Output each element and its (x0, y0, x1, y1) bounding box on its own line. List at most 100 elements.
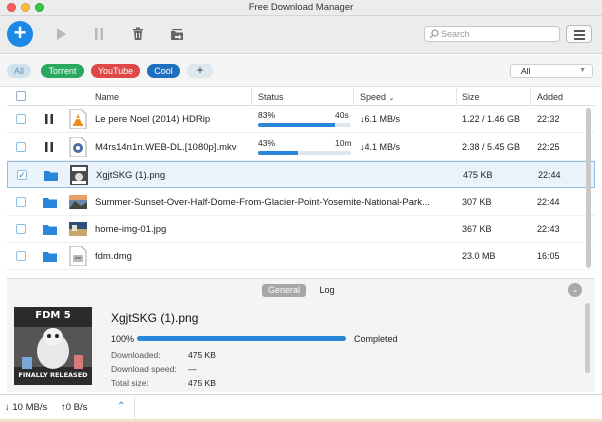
table-row[interactable]: ✓ XgjtSKG (1).png 475 KB 22:44 (7, 161, 595, 188)
image-thumbnail (69, 195, 87, 209)
file-size: 2.38 / 5.45 GB (462, 142, 521, 152)
row-checkbox-checked[interactable]: ✓ (17, 170, 27, 180)
download-speed: ↓6.1 MB/s (360, 114, 401, 124)
file-size: 307 KB (462, 197, 492, 207)
added-time: 22:25 (537, 142, 560, 152)
details-panel: General Log ⌄ FDM 5 FINALLY RELEASED Xgj… (7, 278, 595, 392)
tag-youtube[interactable]: YouTube (91, 64, 140, 78)
chevron-up-icon[interactable]: ⌃ (117, 401, 125, 412)
pause-icon[interactable] (43, 141, 55, 153)
table-row[interactable]: home-img-01.jpg 367 KB 22:43 (7, 216, 595, 243)
disk-image-icon (69, 246, 87, 266)
status-divider (134, 397, 135, 421)
vlc-file-icon (69, 109, 87, 129)
row-checkbox[interactable] (16, 197, 26, 207)
file-name: XgjtSKG (1).png (96, 170, 166, 181)
total-download-speed: ↓ 10 MB/s (5, 402, 48, 413)
status-bar: ↓ 10 MB/s ↑0 B/s ⌃ (0, 394, 602, 422)
total-upload-speed: ↑0 B/s (61, 402, 88, 413)
download-speed-label: Download speed: (111, 364, 177, 374)
menu-button[interactable] (566, 25, 592, 43)
video-file-icon (69, 137, 87, 157)
play-icon[interactable] (54, 27, 68, 41)
tab-general[interactable]: General (262, 284, 306, 297)
table-header: Name Status Speed ⌄ Size Added (7, 88, 595, 106)
progress-percent: 83% (258, 110, 276, 120)
downloaded-label: Downloaded: (111, 350, 161, 360)
details-file-name: XgjtSKG (1).png (111, 311, 199, 325)
details-percent: 100% (111, 334, 135, 344)
table-row[interactable]: Le pere Noel (2014) HDRip 83% 40s ↓6.1 M… (7, 106, 595, 133)
download-speed: ↓4.1 MB/s (360, 142, 401, 152)
column-size[interactable]: Size (462, 92, 480, 102)
file-size: 1.22 / 1.46 GB (462, 114, 521, 124)
progress-percent: 43% (258, 138, 276, 148)
column-speed[interactable]: Speed ⌄ (360, 92, 394, 102)
chevron-down-icon: ⌄ (571, 285, 579, 294)
time-remaining: 40s (335, 110, 349, 120)
toolbar: + Search (0, 16, 602, 54)
filter-dropdown[interactable]: All ▼ (510, 64, 593, 78)
row-checkbox[interactable] (16, 142, 26, 152)
row-checkbox[interactable] (16, 114, 26, 124)
file-name: home-img-01.jpg (95, 224, 167, 235)
tag-all[interactable]: All (7, 64, 31, 78)
select-all-checkbox[interactable] (16, 91, 26, 101)
menu-icon (574, 30, 585, 32)
pause-icon[interactable] (43, 113, 55, 125)
file-size: 367 KB (462, 224, 492, 234)
folder-icon[interactable] (43, 223, 57, 235)
search-icon (429, 29, 439, 39)
pause-icon[interactable] (92, 27, 106, 41)
add-download-button[interactable]: + (7, 21, 33, 47)
column-added[interactable]: Added (537, 92, 563, 102)
image-thumbnail (69, 222, 87, 236)
row-checkbox[interactable] (16, 251, 26, 261)
folder-icon[interactable] (43, 196, 57, 208)
progress-bar (258, 151, 351, 155)
added-time: 22:44 (537, 197, 560, 207)
details-progress-bar (137, 336, 346, 341)
tag-cool[interactable]: Cool (147, 64, 180, 78)
table-row[interactable]: fdm.dmg 23.0 MB 16:05 (7, 243, 595, 270)
file-name: fdm.dmg (95, 251, 132, 262)
column-name[interactable]: Name (95, 92, 119, 102)
added-time: 22:43 (537, 224, 560, 234)
details-scrollbar[interactable] (585, 303, 590, 373)
table-row[interactable]: M4rs14n1n.WEB-DL.[1080p].mkv 43% 10m ↓4.… (7, 134, 595, 161)
list-scrollbar[interactable] (586, 108, 591, 268)
download-speed-value: — (188, 364, 197, 374)
total-size-label: Total size: (111, 378, 149, 388)
folder-icon[interactable] (44, 169, 58, 181)
image-preview: FDM 5 FINALLY RELEASED (14, 307, 92, 385)
details-tabs: General Log ⌄ (7, 279, 595, 301)
table-row[interactable]: Summer-Sunset-Over-Half-Dome-From-Glacie… (7, 189, 595, 216)
tab-log[interactable]: Log (315, 284, 339, 297)
added-time: 16:05 (537, 251, 560, 261)
collapse-panel-button[interactable]: ⌄ (568, 283, 582, 297)
file-name: Summer-Sunset-Over-Half-Dome-From-Glacie… (95, 197, 430, 208)
file-size: 475 KB (463, 170, 493, 180)
title-bar: Free Download Manager (0, 0, 602, 16)
sort-chevron-icon: ⌄ (388, 95, 395, 102)
tag-bar: All Torrent YouTube Cool + All ▼ (0, 55, 602, 87)
tag-torrent[interactable]: Torrent (41, 64, 84, 78)
search-placeholder: Search (441, 29, 470, 39)
filter-value: All (521, 66, 531, 76)
time-remaining: 10m (335, 138, 352, 148)
folder-icon[interactable] (43, 250, 57, 262)
trash-icon[interactable] (131, 27, 145, 41)
row-checkbox[interactable] (16, 224, 26, 234)
preview-top-text: FDM 5 (35, 310, 71, 321)
downloaded-value: 475 KB (188, 350, 216, 360)
chevron-down-icon: ▼ (579, 67, 586, 74)
preview-bottom-text: FINALLY RELEASED (18, 371, 88, 379)
total-size-value: 475 KB (188, 378, 216, 388)
image-thumbnail (70, 165, 88, 185)
column-status[interactable]: Status (258, 92, 284, 102)
add-tag-button[interactable]: + (187, 64, 213, 78)
added-time: 22:44 (538, 170, 561, 180)
move-to-folder-icon[interactable] (170, 27, 184, 41)
file-size: 23.0 MB (462, 251, 496, 261)
search-input[interactable]: Search (424, 26, 560, 42)
